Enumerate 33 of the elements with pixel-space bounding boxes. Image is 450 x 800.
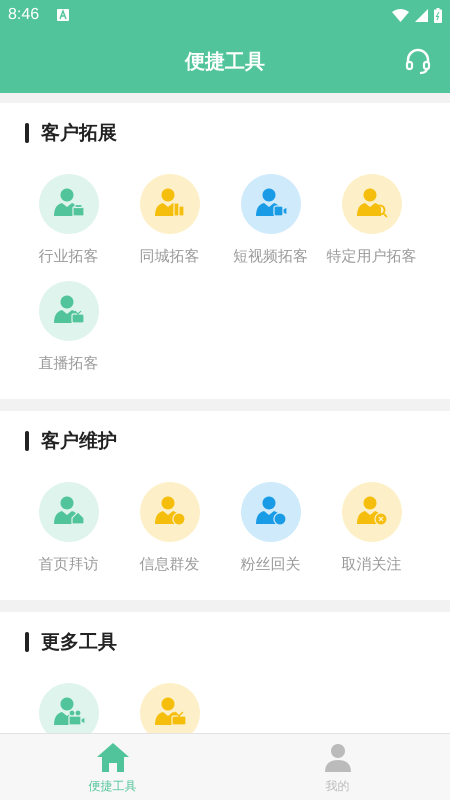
user-icon[interactable] [342, 482, 402, 542]
headset-icon[interactable] [404, 47, 432, 75]
tool-label: 行业拓客 [38, 246, 98, 266]
section-title: 客户维护 [41, 429, 117, 454]
tool-label: 粉丝回关 [240, 554, 300, 574]
tool-label: 取消关注 [342, 554, 402, 574]
tool-label: 同城拓客 [140, 246, 200, 266]
user-icon[interactable] [240, 174, 300, 234]
tab[interactable]: 我的 [225, 734, 450, 800]
keyboard-icon [57, 9, 70, 21]
user-icon[interactable] [38, 482, 98, 542]
user-icon[interactable] [342, 174, 402, 234]
user-icon[interactable] [140, 482, 200, 542]
status-time: 8:46 [8, 6, 40, 24]
section-marker [25, 632, 29, 652]
user-icon[interactable] [38, 174, 98, 234]
section-marker [25, 431, 29, 451]
section-marker [25, 123, 29, 143]
tool-label: 首页拜访 [38, 554, 98, 574]
tool-label: 特定用户拓客 [326, 246, 416, 266]
section-title: 客户拓展 [41, 121, 117, 146]
wifi-icon [392, 8, 409, 22]
battery-icon [434, 8, 442, 22]
tool-label: 短视频拓客 [233, 246, 308, 266]
signal-icon [415, 8, 428, 22]
tab[interactable]: 便捷工具 [0, 734, 225, 800]
tool-label: 直播拓客 [38, 353, 98, 373]
user-icon[interactable] [240, 482, 300, 542]
section-title: 更多工具 [41, 630, 117, 655]
tool-label: 信息群发 [140, 554, 200, 574]
user-icon[interactable] [38, 281, 98, 341]
page-title: 便捷工具 [185, 48, 265, 75]
user-icon[interactable] [140, 174, 200, 234]
